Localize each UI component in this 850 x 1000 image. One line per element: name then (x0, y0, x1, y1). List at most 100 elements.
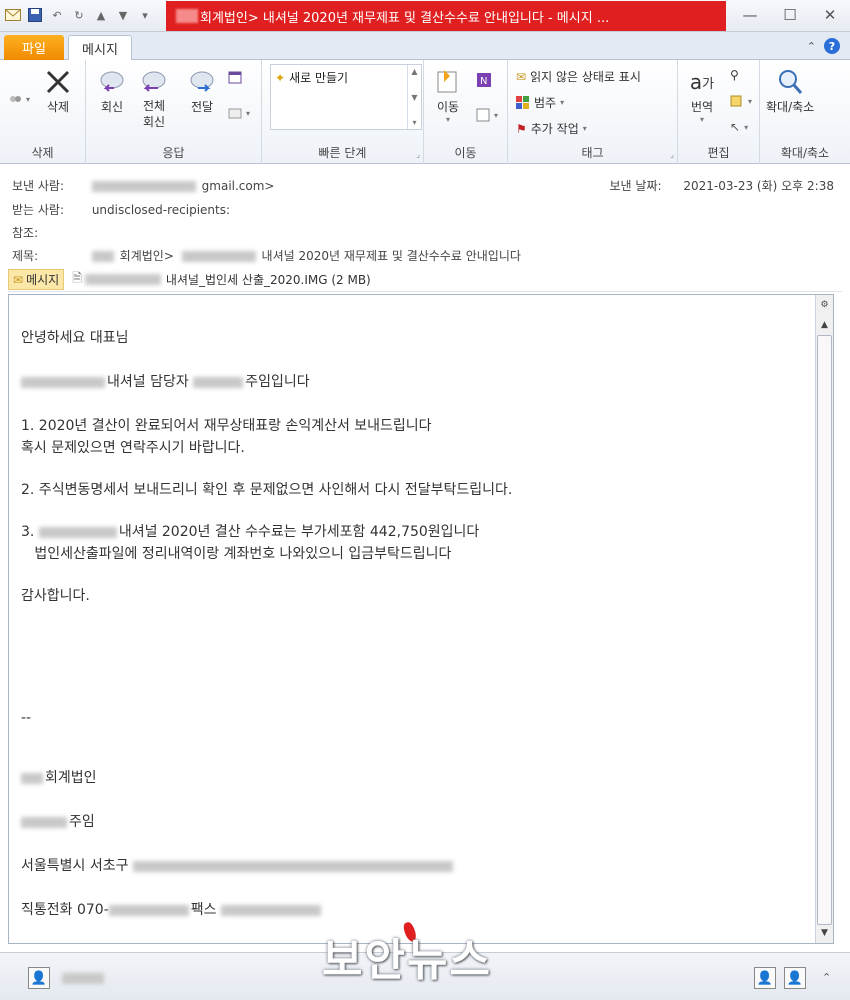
message-content: 안녕하세요 대표님 내셔널 담당자 주임입니다 1. 2020년 결산이 완료되… (21, 327, 801, 921)
to-value[interactable]: undisclosed-recipients: (92, 203, 230, 217)
expand-icon[interactable]: ⌃ (822, 971, 831, 984)
sig-phone-label: 직통전화 070- (21, 902, 109, 918)
maximize-icon[interactable]: ☐ (770, 0, 810, 30)
from-row: 보낸 사람: gmail.com> (12, 177, 274, 194)
person-icon[interactable]: 👤 (784, 967, 806, 989)
item2: 2. 주식변동명세서 보내드리니 확인 후 문제없으면 사인해서 다시 전달부탁… (21, 482, 513, 498)
meeting-icon[interactable] (228, 70, 242, 84)
attachment-file-name: 내셔널_법인세 산출_2020.IMG (2 MB) (165, 273, 371, 287)
close-icon[interactable]: ✕ (810, 0, 850, 30)
window-controls: — ☐ ✕ (730, 0, 850, 30)
tab-message[interactable]: 메시지 (68, 35, 132, 61)
reply-all-label-1: 전체 (142, 99, 166, 113)
zoom-button[interactable]: 확대/축소 (766, 66, 814, 115)
mail-icon[interactable] (4, 6, 22, 24)
find-icon[interactable]: ⚲ (730, 68, 739, 82)
attachment-file[interactable]: 🗎 내셔널_법인세 산출_2020.IMG (2 MB) (72, 269, 371, 290)
envelope-icon: ✉ (13, 272, 24, 287)
from-value[interactable]: gmail.com> (202, 179, 275, 193)
respond-group-label: 응답 (162, 146, 185, 160)
translate-label: 번역 (690, 100, 714, 114)
redacted-subject-1 (91, 251, 114, 262)
edit-group-label: 편집 (707, 146, 730, 160)
redacted-firm (21, 772, 43, 784)
message-view-label: 메시지 (26, 273, 60, 287)
undo-icon[interactable]: ↶ (48, 6, 66, 24)
scroll-down-icon[interactable]: ▼ (816, 925, 833, 941)
select-icon[interactable]: ↖ ▾ (730, 120, 748, 134)
message-body[interactable]: 안녕하세요 대표님 내셔널 담당자 주임입니다 1. 2020년 결산이 완료되… (8, 294, 834, 944)
reply-all-button[interactable]: 전체 회신 (138, 66, 170, 130)
window-title-text: 회계법인> 내셔널 2020년 재무제표 및 결산수수료 안내입니다 - 메시지… (200, 10, 610, 26)
related-icon[interactable]: ▾ (730, 94, 752, 108)
sig-title-row: 주임 (21, 811, 801, 833)
collapse-ribbon-icon[interactable]: ⌃ (807, 40, 816, 53)
message-view-tab[interactable]: ✉ 메시지 (8, 269, 65, 290)
redacted-company (21, 376, 105, 388)
new-quickstep-icon: ✦ (275, 70, 286, 85)
reply-button[interactable]: 회신 (96, 66, 128, 115)
cc-row: 참조: (12, 224, 88, 241)
sig-address-row: 서울특별시 서초구 (21, 855, 801, 877)
minimize-icon[interactable]: — (730, 0, 770, 30)
vertical-scrollbar[interactable]: ⚙ ▲ ▼ (815, 295, 833, 943)
edit-group: a가 번역 ▾ ⚲ ▾ ↖ ▾ 편집 (678, 60, 760, 164)
quicksteps-gallery[interactable]: ✦ 새로 만들기 ▲ ▼ ▾ (270, 64, 422, 130)
person-icon[interactable]: 👤 (754, 967, 776, 989)
scroll-up-icon[interactable]: ▲ (816, 317, 833, 333)
more-respond-icon[interactable]: ▾ (228, 106, 250, 120)
followup-label: 추가 작업 (530, 122, 579, 136)
forward-icon (186, 66, 218, 98)
tab-file[interactable]: 파일 (4, 35, 64, 60)
to-row: 받는 사람: undisclosed-recipients: (12, 201, 230, 218)
watermark: 보안뉴스 (322, 935, 492, 986)
quicksteps-scroll[interactable]: ▲ ▼ ▾ (407, 65, 421, 129)
ribbon: ▾ 삭제 삭제 회신 전체 회신 전달 ▾ 응답 ✦ 새로 만들기 ▲ ▼ ▾ … (0, 60, 850, 164)
item3-line2: 법인세산출파일에 정리내역이랑 계좌번호 나와있으니 입금부탁드립니다 (21, 546, 452, 562)
customize-qat-icon[interactable]: ▾ (136, 6, 154, 24)
envelope-icon: ✉ (516, 69, 527, 84)
zoom-label: 확대/축소 (766, 100, 815, 114)
mark-unread-button[interactable]: ✉ 읽지 않은 상태로 표시 (516, 68, 641, 85)
person-icon[interactable]: 👤 (28, 967, 50, 989)
quickstep-new[interactable]: ✦ 새로 만들기 (275, 69, 348, 86)
date-row: 보낸 날짜: 2021-03-23 (화) 오후 2:38 (610, 177, 834, 194)
followup-button[interactable]: ⚑ 추가 작업 ▾ (516, 120, 587, 137)
window-title: 회계법인> 내셔널 2020년 재무제표 및 결산수수료 안내입니다 - 메시지… (166, 1, 726, 31)
quicksteps-group: ✦ 새로 만들기 ▲ ▼ ▾ 빠른 단계 ⌟ (262, 60, 424, 164)
move-button[interactable]: 이동 ▾ (432, 66, 464, 124)
redo-icon[interactable]: ↻ (70, 6, 88, 24)
forward-label: 전달 (190, 100, 214, 114)
dialog-launcher-icon[interactable]: ⌟ (416, 150, 420, 159)
sig-fax-label: 팩스 (190, 902, 221, 918)
save-icon[interactable] (26, 6, 44, 24)
actions-icon[interactable]: ▾ (476, 108, 498, 122)
respond-group: 회신 전체 회신 전달 ▾ 응답 (86, 60, 262, 164)
categorize-icon (516, 95, 529, 109)
subject-value-1: 회계법인> (119, 249, 174, 263)
forward-button[interactable]: 전달 (186, 66, 218, 115)
delete-button[interactable]: 삭제 (42, 66, 74, 115)
scroll-thumb[interactable] (817, 335, 832, 925)
translate-button[interactable]: a가 번역 ▾ (686, 66, 718, 124)
tags-dialog-launcher-icon[interactable]: ⌟ (670, 150, 674, 159)
ignore-icon[interactable]: ▾ (8, 92, 30, 106)
previous-icon[interactable]: ▲ (92, 6, 110, 24)
delete-icon (42, 66, 74, 98)
tags-group: ✉ 읽지 않은 상태로 표시 범주 ▾ ⚑ 추가 작업 ▾ 태그 ⌟ (508, 60, 678, 164)
next-icon[interactable]: ▼ (114, 6, 132, 24)
redacted-fax (220, 904, 321, 916)
categorize-button[interactable]: 범주 ▾ (516, 94, 564, 111)
item1-line2: 혹시 문제있으면 연락주시기 바랍니다. (21, 440, 245, 456)
tabs-right: ⌃ ? (807, 38, 840, 54)
redacted-sig-name (21, 816, 67, 828)
scroll-settings-icon[interactable]: ⚙ (816, 297, 833, 313)
reply-all-icon (138, 66, 170, 98)
redacted-address (132, 860, 453, 872)
onenote-icon[interactable]: N (476, 72, 492, 88)
move-label: 이동 (436, 100, 460, 114)
redacted-text (176, 9, 198, 23)
mark-unread-label: 읽지 않은 상태로 표시 (530, 70, 641, 84)
sig-title: 주임 (69, 814, 95, 830)
help-icon[interactable]: ? (824, 38, 840, 54)
